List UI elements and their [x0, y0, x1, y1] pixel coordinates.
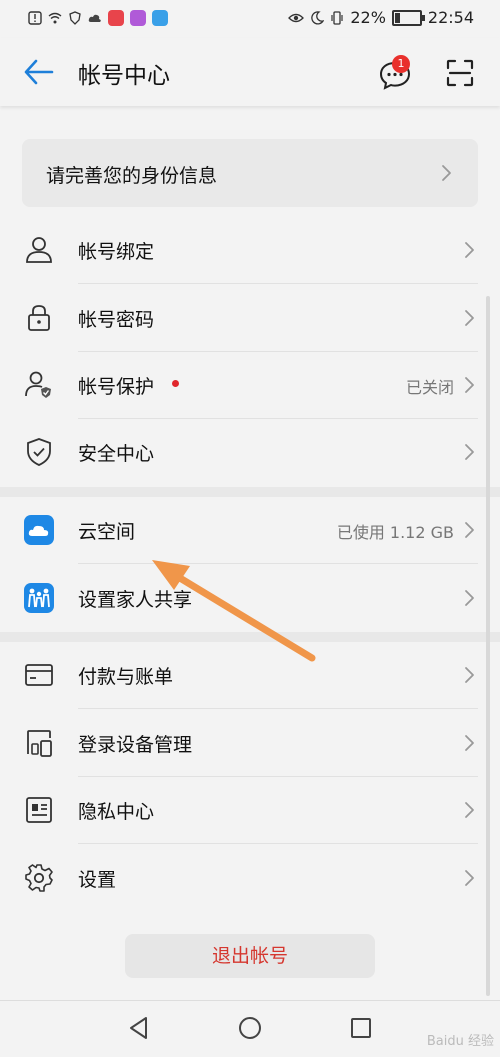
family-sharing-label: 设置家人共享 [78, 589, 193, 611]
moon-icon [311, 10, 325, 25]
app-notification-icon [108, 10, 124, 26]
clock: 22:54 [427, 8, 474, 27]
scan-frame-icon[interactable] [446, 59, 474, 87]
lock-icon [28, 305, 50, 331]
chevron-right-icon [464, 801, 475, 819]
chevron-right-icon [464, 869, 475, 887]
identity-info-card[interactable]: 请完善您的身份信息 [22, 139, 478, 207]
watermark: Baidu 经验 [426, 1034, 494, 1049]
device-management-item[interactable]: 登录设备管理 [0, 710, 500, 777]
gear-icon [25, 864, 53, 892]
home-circle-icon[interactable] [237, 1015, 263, 1041]
cloud-space-label: 云空间 [78, 521, 136, 543]
logout-button[interactable]: 退出帐号 [125, 934, 375, 978]
page-title: 帐号中心 [78, 63, 170, 89]
person-shield-icon [25, 371, 51, 398]
account-password-label: 帐号密码 [78, 309, 155, 331]
status-icons-right: 22% 22:54 [288, 8, 474, 27]
card-icon [25, 664, 53, 686]
divider [78, 563, 478, 564]
account-protection-item[interactable]: 帐号保护 已关闭 [0, 352, 500, 419]
chevron-right-icon [464, 309, 475, 327]
account-binding-label: 帐号绑定 [78, 241, 155, 263]
person-icon [26, 237, 52, 263]
vpn-shield-icon [69, 11, 81, 25]
app-notification-icon [130, 10, 146, 26]
account-protection-status: 已关闭 [405, 378, 454, 397]
divider [78, 708, 478, 709]
cloud-space-item[interactable]: 云空间 已使用 1.12 GB [0, 497, 500, 564]
account-binding-item[interactable]: 帐号绑定 [0, 217, 500, 284]
device-management-label: 登录设备管理 [78, 734, 193, 756]
devices-icon [27, 730, 52, 757]
chevron-right-icon [464, 521, 475, 539]
payment-billing-item[interactable]: 付款与账单 [0, 642, 500, 709]
chevron-right-icon [464, 734, 475, 752]
new-indicator-dot [172, 380, 179, 387]
alert-icon [28, 11, 42, 25]
chevron-right-icon [441, 164, 452, 182]
payment-billing-label: 付款与账单 [78, 666, 174, 688]
cloud-space-usage: 已使用 1.12 GB [336, 523, 454, 542]
shield-check-icon [27, 438, 51, 466]
battery-icon [391, 9, 425, 26]
cloud-status-icon [88, 14, 101, 22]
recents-square-icon[interactable] [348, 1015, 374, 1041]
account-protection-label: 帐号保护 [78, 376, 155, 398]
settings-label: 设置 [78, 869, 117, 891]
battery-percent: 22% [350, 8, 386, 27]
eye-icon [288, 13, 305, 22]
chevron-right-icon [464, 666, 475, 684]
chevron-right-icon [464, 376, 475, 394]
status-bar: 22% 22:54 [0, 0, 500, 38]
cloud-icon [24, 515, 54, 545]
identity-info-label: 请完善您的身份信息 [46, 165, 218, 187]
security-center-label: 安全中心 [78, 443, 155, 465]
account-password-item[interactable]: 帐号密码 [0, 285, 500, 352]
security-center-item[interactable]: 安全中心 [0, 419, 500, 486]
divider [78, 283, 478, 284]
app-header: 帐号中心 1 [0, 38, 500, 106]
arrow-left-icon[interactable] [22, 58, 54, 86]
wifi-icon [48, 12, 62, 24]
privacy-icon [26, 797, 52, 823]
vibrate-icon [331, 10, 343, 25]
privacy-center-item[interactable]: 隐私中心 [0, 777, 500, 844]
scrollbar[interactable] [486, 296, 490, 996]
system-nav-bar: Baidu 经验 [0, 1000, 500, 1057]
chevron-right-icon [464, 443, 475, 461]
family-icon [24, 583, 54, 613]
chevron-right-icon [464, 241, 475, 259]
section-gap [0, 632, 500, 642]
app-notification-icon [152, 10, 168, 26]
divider [78, 843, 478, 844]
chevron-right-icon [464, 589, 475, 607]
status-icons-left [28, 10, 168, 26]
back-triangle-icon[interactable] [126, 1015, 152, 1041]
settings-item[interactable]: 设置 [0, 845, 500, 912]
message-badge: 1 [392, 55, 410, 73]
privacy-center-label: 隐私中心 [78, 801, 155, 823]
section-gap [0, 487, 500, 497]
family-sharing-item[interactable]: 设置家人共享 [0, 565, 500, 632]
